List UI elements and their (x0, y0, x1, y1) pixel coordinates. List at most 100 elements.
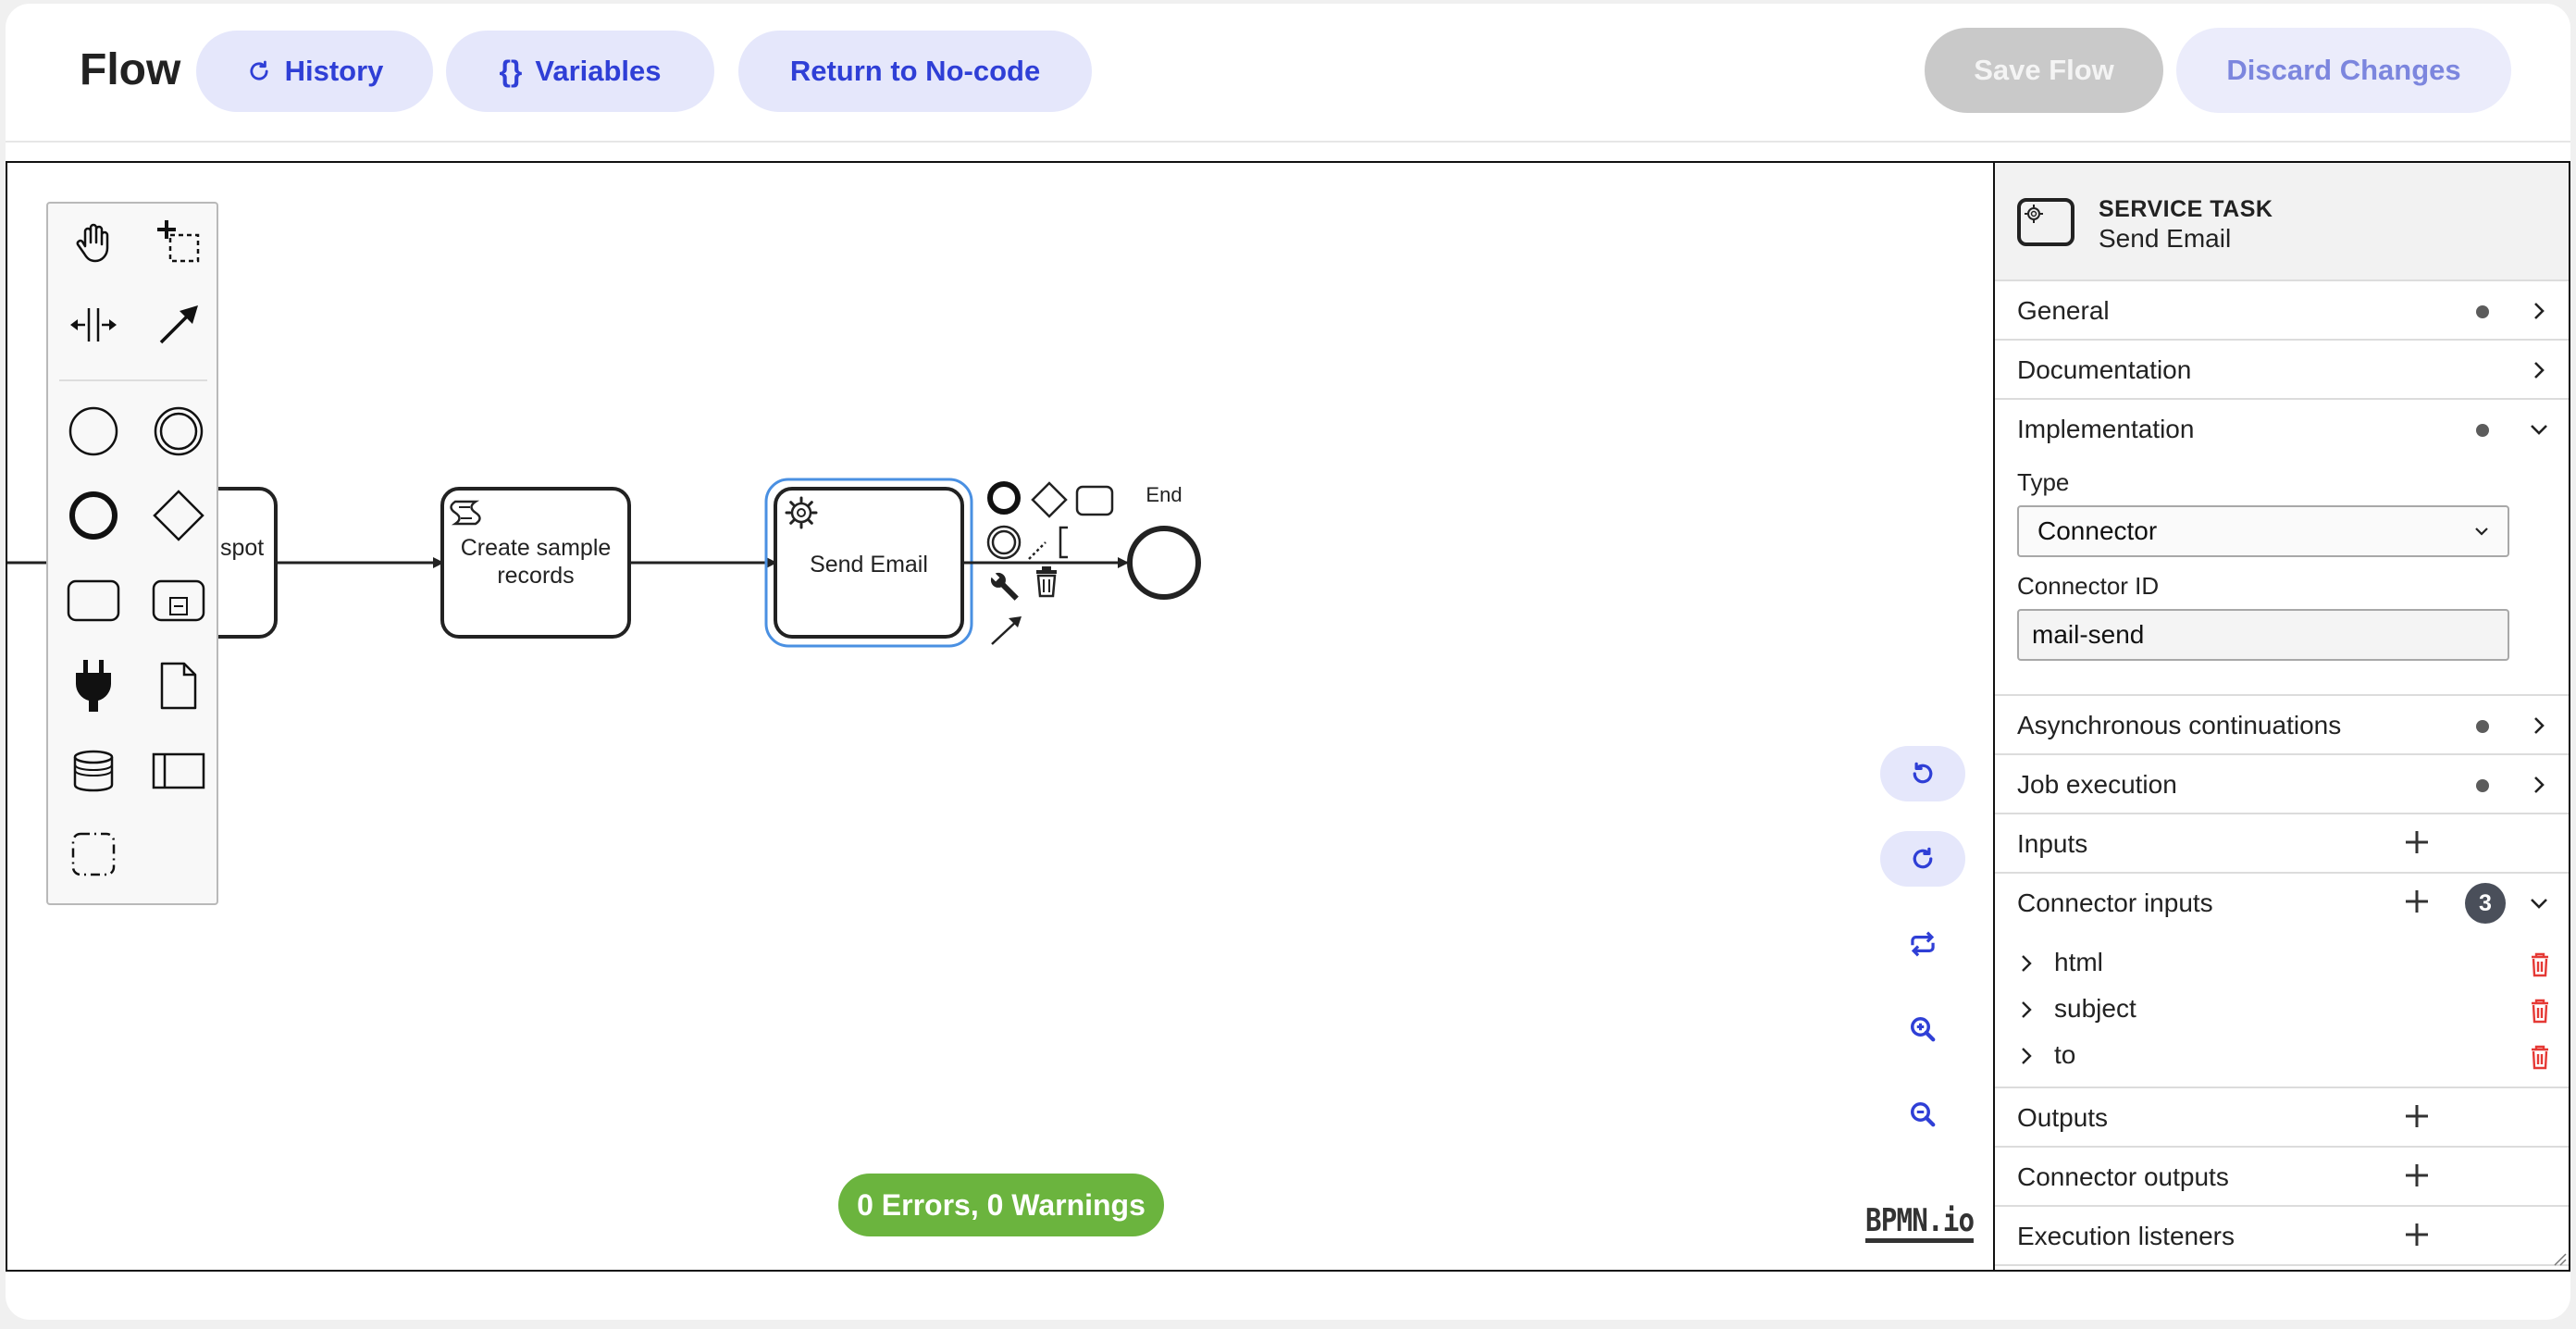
end-event[interactable]: End (1127, 483, 1201, 600)
pool-icon[interactable] (150, 742, 207, 800)
chevron-right-icon (2534, 776, 2545, 793)
append-intermediate-event-icon[interactable] (986, 525, 1022, 560)
connector-id-input[interactable] (2017, 609, 2509, 661)
bpmn-diagram[interactable]: spot Create sample records Send Email En… (7, 163, 1997, 1270)
list-item[interactable]: to (1995, 1033, 2569, 1077)
group-inputs-label: Inputs (2017, 829, 2088, 858)
group-connector-inputs-label: Connector inputs (2017, 888, 2213, 917)
task-send-email-label: Send Email (810, 552, 928, 578)
return-to-no-code-button[interactable]: Return to No-code (738, 31, 1092, 112)
list-item[interactable]: subject (1995, 987, 2569, 1031)
data-indicator-dot (2476, 720, 2489, 733)
data-store-icon[interactable] (65, 742, 122, 800)
history-button[interactable]: History (196, 31, 433, 112)
group-job-execution[interactable]: Job execution (1995, 755, 2569, 814)
group-inputs[interactable]: Inputs (1995, 814, 2569, 874)
element-type: SERVICE TASK (2099, 196, 2273, 222)
plus-icon[interactable] (2402, 1101, 2432, 1131)
group-implementation-header[interactable]: Implementation (1995, 400, 2569, 459)
group-documentation[interactable]: Documentation (1995, 341, 2569, 400)
page-title: Flow (80, 45, 181, 94)
end-event-icon[interactable] (65, 487, 122, 544)
connector-input-name: to (2054, 1040, 2076, 1069)
chevron-down-icon (2475, 528, 2488, 536)
task-send-email[interactable]: Send Email (764, 478, 973, 648)
group-execution-listeners[interactable]: Execution listeners (1995, 1207, 2569, 1266)
chevron-right-icon (2022, 955, 2032, 972)
group-connector-outputs-label: Connector outputs (2017, 1162, 2229, 1191)
zoom-in-icon (1911, 1017, 1936, 1042)
status-badge[interactable]: 0 Errors, 0 Warnings (838, 1174, 1164, 1236)
group-general-label: General (2017, 296, 2110, 325)
space-tool-icon[interactable] (65, 296, 122, 354)
text-annotation-icon[interactable] (1028, 526, 1068, 560)
lasso-tool-icon[interactable] (150, 213, 207, 270)
global-connect-tool-icon[interactable] (150, 296, 207, 354)
trash-icon[interactable] (2530, 951, 2550, 977)
history-button-label: History (284, 55, 384, 87)
plus-icon[interactable] (2402, 827, 2432, 857)
subprocess-icon[interactable] (150, 572, 207, 629)
resize-handle-icon[interactable] (2552, 1251, 2567, 1266)
trash-icon[interactable] (2530, 998, 2550, 1024)
variables-button-label: Variables (535, 55, 662, 87)
properties-panel: SERVICE TASK Send Email General Document… (1993, 163, 2569, 1270)
discard-changes-label: Discard Changes (2226, 54, 2461, 86)
group-connector-outputs[interactable]: Connector outputs (1995, 1148, 2569, 1207)
type-label: Type (2017, 468, 2070, 496)
save-flow-button[interactable]: Save Flow (1925, 28, 2163, 113)
chevron-right-icon (2022, 1001, 2032, 1018)
zoom-out-button[interactable] (1880, 1087, 1965, 1142)
data-indicator-dot (2476, 305, 2489, 318)
save-flow-label: Save Flow (1974, 54, 2114, 86)
append-end-event-icon[interactable] (987, 481, 1021, 515)
append-task-icon[interactable] (1075, 485, 1114, 516)
reset-view-icon (1911, 931, 1935, 957)
chevron-right-icon (2534, 362, 2545, 379)
zoom-in-button[interactable] (1880, 1001, 1965, 1057)
variables-button[interactable]: {} Variables (446, 31, 714, 112)
task-icon[interactable] (65, 572, 122, 629)
group-async-label: Asynchronous continuations (2017, 711, 2342, 739)
bpmn-io-logo[interactable]: BPMN.io (1865, 1203, 1975, 1243)
redo-icon (1913, 847, 1933, 869)
chevron-right-icon (2534, 303, 2545, 319)
gateway-icon[interactable] (150, 487, 207, 544)
group-outputs[interactable]: Outputs (1995, 1088, 2569, 1148)
implementation-type-select[interactable]: Connector (2017, 505, 2509, 557)
trash-icon[interactable] (2530, 1044, 2550, 1070)
group-connector-inputs-header[interactable]: Connector inputs 3 (1995, 874, 2569, 933)
connector-input-name: subject (2054, 994, 2136, 1023)
task-create-sample-records-label-1: Create sample (461, 535, 612, 561)
intermediate-event-icon[interactable] (150, 403, 207, 460)
plug-icon[interactable] (65, 657, 122, 714)
redo-button[interactable] (1880, 831, 1965, 887)
chevron-down-icon (2531, 425, 2547, 435)
connector-id-label: Connector ID (2017, 572, 2160, 600)
group-job-label: Job execution (2017, 770, 2177, 799)
task-create-sample-records[interactable]: Create sample records (440, 487, 631, 639)
data-object-icon[interactable] (150, 657, 207, 714)
hand-tool-icon[interactable] (65, 213, 122, 270)
list-item[interactable]: html (1995, 940, 2569, 985)
bpmn-canvas[interactable]: spot Create sample records Send Email En… (6, 161, 2570, 1272)
group-icon[interactable] (65, 826, 122, 883)
group-async-continuations[interactable]: Asynchronous continuations (1995, 696, 2569, 755)
service-task-icon (2017, 198, 2074, 246)
plus-icon[interactable] (2402, 1220, 2432, 1249)
wrench-icon[interactable] (987, 569, 1022, 603)
data-indicator-dot (2476, 424, 2489, 437)
undo-button[interactable] (1880, 746, 1965, 801)
group-execution-listeners-label: Execution listeners (2017, 1222, 2235, 1250)
trash-icon[interactable] (1036, 566, 1057, 598)
connect-arrow-icon[interactable] (991, 616, 1022, 645)
group-general[interactable]: General (1995, 281, 2569, 341)
plus-icon[interactable] (2402, 887, 2432, 916)
start-event-icon[interactable] (65, 403, 122, 460)
plus-icon[interactable] (2402, 1161, 2432, 1190)
connector-input-name: html (2054, 948, 2103, 976)
append-gateway-icon[interactable] (1031, 481, 1068, 518)
reset-view-button[interactable] (1880, 916, 1965, 972)
toolbar: Flow History {} Variables Return to No-c… (6, 4, 2570, 143)
discard-changes-button[interactable]: Discard Changes (2176, 28, 2511, 113)
